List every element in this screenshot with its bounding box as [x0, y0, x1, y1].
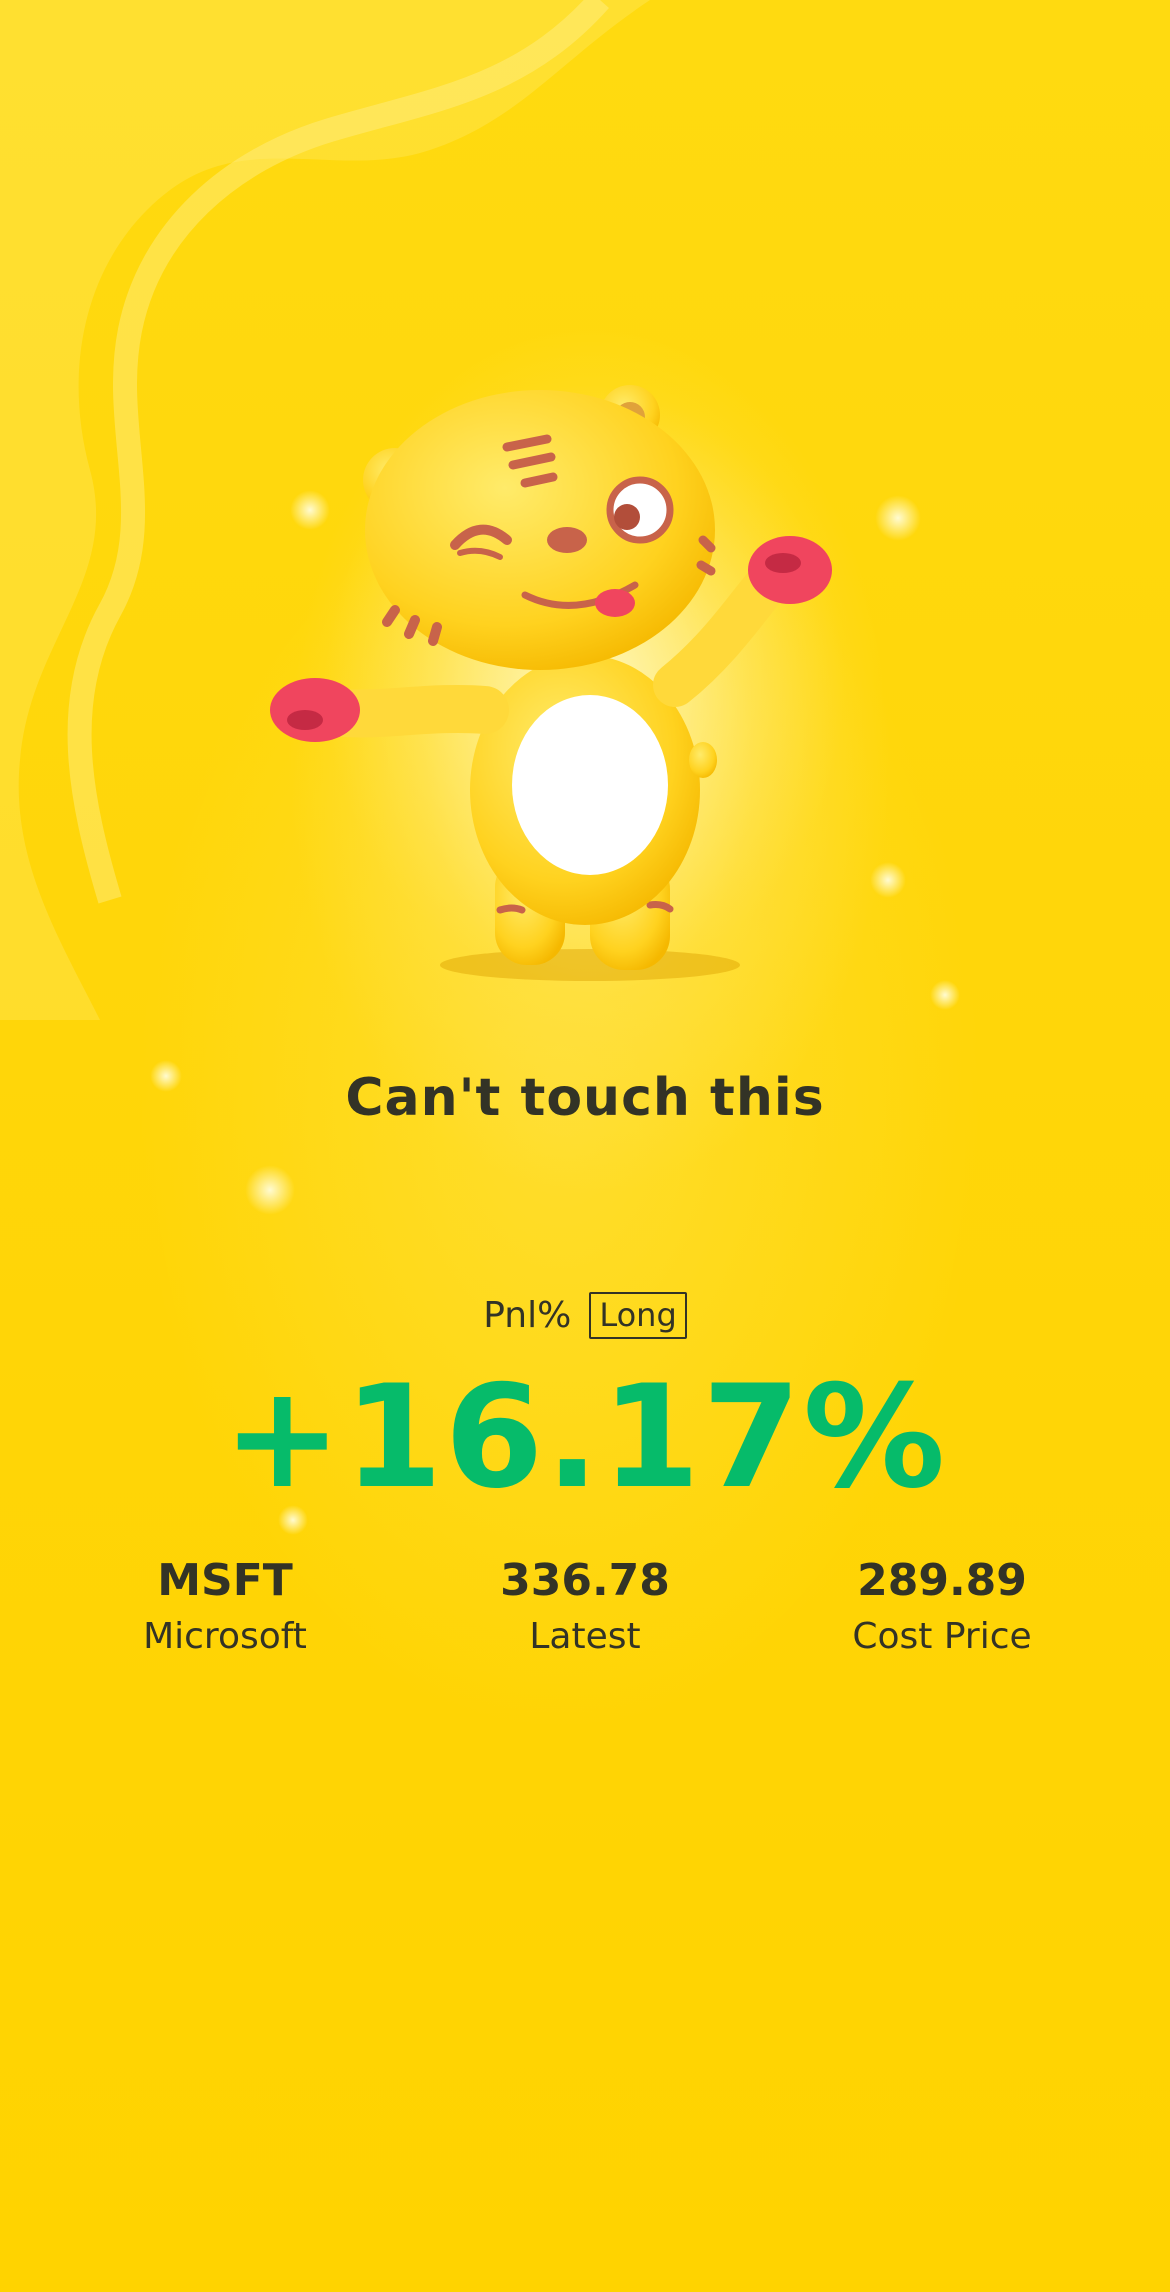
- stat-cost: 289.89 Cost Price: [762, 1555, 1122, 1657]
- stock-symbol: MSFT: [157, 1555, 293, 1606]
- company-name: Microsoft: [143, 1616, 307, 1657]
- position-type-badge: Long: [589, 1292, 687, 1340]
- cost-price-label: Cost Price: [852, 1616, 1032, 1657]
- stat-latest: 336.78 Latest: [405, 1555, 765, 1657]
- sparkle: [245, 1165, 295, 1215]
- tiger-mascot-icon: [270, 385, 845, 985]
- sparkle: [875, 495, 921, 541]
- caption-title: Can't touch this: [345, 1068, 825, 1128]
- latest-price: 336.78: [500, 1555, 670, 1606]
- sparkle: [930, 980, 960, 1010]
- pnl-percentage: +16.17%: [222, 1355, 948, 1520]
- cost-price: 289.89: [857, 1555, 1027, 1606]
- stat-symbol: MSFT Microsoft: [45, 1555, 405, 1657]
- pnl-label: Pnl%: [483, 1295, 572, 1337]
- sparkle: [870, 862, 906, 898]
- pnl-header: Pnl% Long: [0, 1292, 1170, 1340]
- latest-label: Latest: [529, 1616, 641, 1657]
